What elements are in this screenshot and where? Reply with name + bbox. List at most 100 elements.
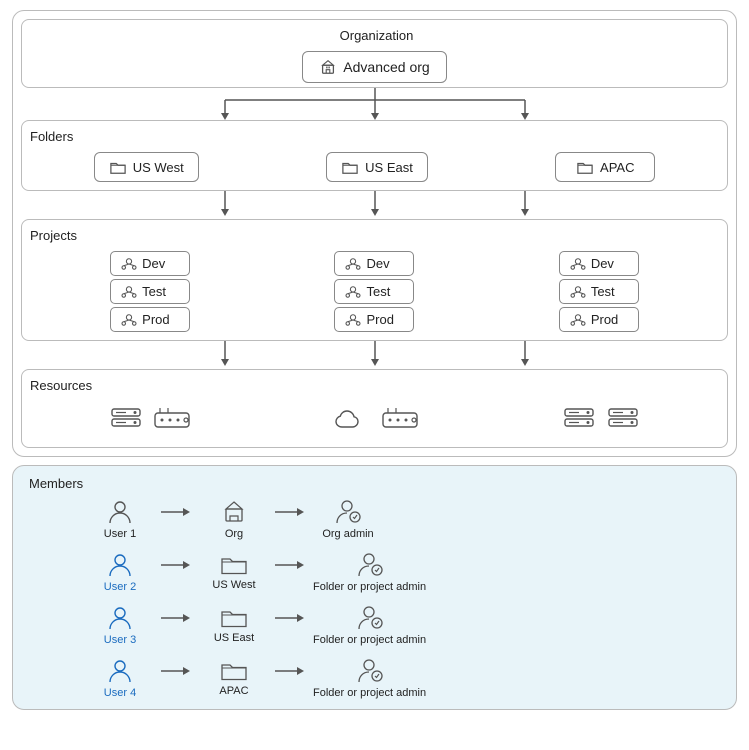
member-row-2: User 2 US West bbox=[25, 550, 724, 593]
members-section: Members User 1 bbox=[12, 465, 737, 710]
arrow-svg-1a bbox=[161, 505, 193, 519]
user1-label: User 1 bbox=[104, 528, 136, 540]
org-node-label: Advanced org bbox=[343, 59, 429, 75]
arrow-svg-2a bbox=[161, 558, 193, 572]
folder-icon-east bbox=[341, 159, 359, 175]
folder-us-west: US West bbox=[94, 152, 199, 182]
project-icon-9 bbox=[570, 313, 586, 327]
project-prod-apac: Prod bbox=[559, 307, 639, 332]
role-2-label: Folder or project admin bbox=[313, 581, 426, 593]
member-user2: User 2 bbox=[85, 550, 155, 593]
resources-content bbox=[22, 397, 727, 439]
arrow-3a bbox=[155, 611, 199, 625]
arrow-2a bbox=[155, 558, 199, 572]
server-icon-apac-1 bbox=[561, 403, 597, 439]
cloud-icon-east bbox=[332, 405, 372, 437]
arrow-3b bbox=[269, 611, 313, 625]
arrow-svg-2b bbox=[275, 558, 307, 572]
member-org-target: Org bbox=[199, 497, 269, 540]
project-icon-2 bbox=[121, 285, 137, 299]
project-icon-5 bbox=[345, 285, 361, 299]
folder-apac-label: APAC bbox=[600, 160, 634, 175]
admin-icon-1 bbox=[334, 497, 362, 525]
folder-west-member-label: US West bbox=[212, 579, 255, 591]
label-prod-apac: Prod bbox=[591, 312, 618, 327]
branch-svg bbox=[145, 88, 605, 120]
member-role-4: Folder or project admin bbox=[313, 656, 426, 699]
resource-group-apac bbox=[561, 403, 641, 439]
server-icon-apac-2 bbox=[605, 403, 641, 439]
resource-group-east bbox=[332, 405, 420, 437]
folder-icon-west bbox=[109, 159, 127, 175]
role-1-label: Org admin bbox=[322, 528, 373, 540]
router-icon-west bbox=[152, 405, 192, 437]
user3-label: User 3 bbox=[104, 634, 136, 646]
arrow-2b bbox=[269, 558, 313, 572]
role-4-label: Folder or project admin bbox=[313, 687, 426, 699]
label-test-east: Test bbox=[366, 284, 390, 299]
folders-label: Folders bbox=[22, 129, 727, 144]
project-group-apac: Dev Test bbox=[559, 251, 639, 332]
member-user4: User 4 bbox=[85, 656, 155, 699]
user-icon-3 bbox=[106, 603, 134, 631]
folder-west-label: US West bbox=[133, 160, 184, 175]
member-row-3: User 3 US East bbox=[25, 603, 724, 646]
project-dev-west: Dev bbox=[110, 251, 190, 276]
folder-apac: APAC bbox=[555, 152, 655, 182]
org-icon-member bbox=[220, 497, 248, 525]
member-user1: User 1 bbox=[85, 497, 155, 540]
branch-arrows-org bbox=[21, 88, 728, 120]
folder-east-member-label: US East bbox=[214, 632, 254, 644]
org-label: Organization bbox=[336, 28, 414, 43]
resources-section: Resources bbox=[21, 369, 728, 448]
branch-svg-2 bbox=[145, 191, 605, 219]
label-dev-east: Dev bbox=[366, 256, 389, 271]
org-node: Advanced org bbox=[302, 51, 446, 83]
member-row-1: User 1 Org bbox=[25, 497, 724, 540]
label-prod-east: Prod bbox=[366, 312, 393, 327]
members-grid: User 1 Org bbox=[25, 497, 724, 699]
project-icon-3 bbox=[121, 313, 137, 327]
project-dev-apac: Dev bbox=[559, 251, 639, 276]
project-test-east: Test bbox=[334, 279, 414, 304]
folder-us-east: US East bbox=[326, 152, 428, 182]
label-dev-west: Dev bbox=[142, 256, 165, 271]
projects-content: Dev Test bbox=[22, 247, 727, 336]
admin-icon-2 bbox=[356, 550, 384, 578]
label-dev-apac: Dev bbox=[591, 256, 614, 271]
member-folder-west: US West bbox=[199, 552, 269, 591]
router-icon-east bbox=[380, 405, 420, 437]
user-icon-2 bbox=[106, 550, 134, 578]
main-container: Organization Advanced org bbox=[0, 0, 749, 720]
projects-section: Projects Dev bbox=[21, 219, 728, 341]
hierarchy-section: Organization Advanced org bbox=[12, 10, 737, 457]
arrow-svg-3b bbox=[275, 611, 307, 625]
member-role-1: Org admin bbox=[313, 497, 383, 540]
admin-icon-3 bbox=[356, 603, 384, 631]
member-role-2: Folder or project admin bbox=[313, 550, 426, 593]
arrow-1b bbox=[269, 505, 313, 519]
folder-icon-member-apac bbox=[220, 658, 248, 682]
branch-arrows-projects bbox=[21, 341, 728, 369]
project-icon-4 bbox=[345, 257, 361, 271]
project-test-apac: Test bbox=[559, 279, 639, 304]
arrow-svg-3a bbox=[161, 611, 193, 625]
resources-label: Resources bbox=[22, 378, 727, 393]
role-3-label: Folder or project admin bbox=[313, 634, 426, 646]
folders-content: US West US East APAC bbox=[22, 148, 727, 186]
label-test-apac: Test bbox=[591, 284, 615, 299]
branch-arrows-folders bbox=[21, 191, 728, 219]
project-icon-8 bbox=[570, 285, 586, 299]
project-icon-7 bbox=[570, 257, 586, 271]
branch-svg-3 bbox=[145, 341, 605, 369]
member-folder-east: US East bbox=[199, 605, 269, 644]
member-role-3: Folder or project admin bbox=[313, 603, 426, 646]
folder-icon-apac bbox=[576, 159, 594, 175]
label-test-west: Test bbox=[142, 284, 166, 299]
user4-label: User 4 bbox=[104, 687, 136, 699]
server-icon-west bbox=[108, 403, 144, 439]
admin-icon-4 bbox=[356, 656, 384, 684]
folder-icon-member-east bbox=[220, 605, 248, 629]
folder-apac-member-label: APAC bbox=[219, 685, 248, 697]
org-target-label: Org bbox=[225, 528, 243, 540]
